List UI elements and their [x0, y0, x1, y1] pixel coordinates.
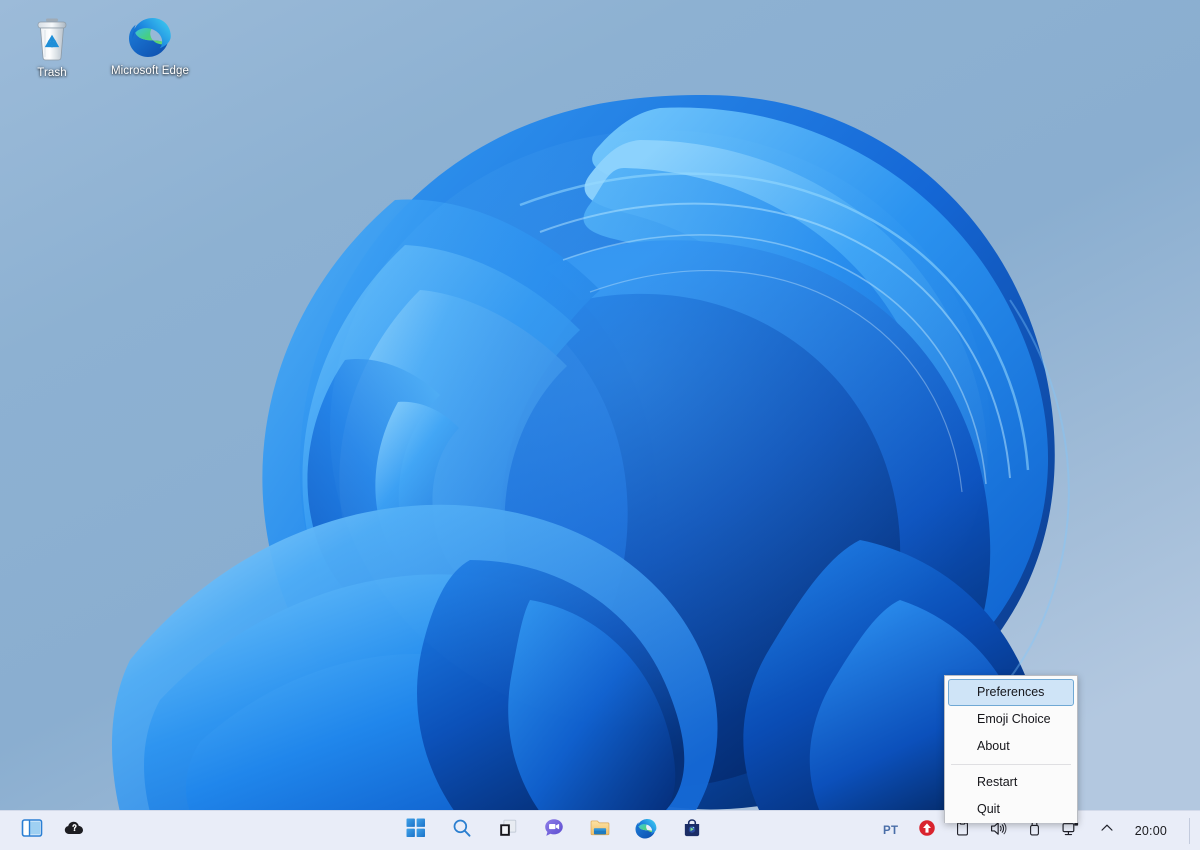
store-icon [681, 817, 703, 844]
cloud-question-icon [63, 817, 85, 844]
chat-icon [543, 817, 565, 844]
task-view-icon [497, 817, 519, 844]
chevron-up-icon [1099, 820, 1115, 841]
context-menu-item-about[interactable]: About [948, 733, 1074, 760]
edge-icon [106, 8, 194, 60]
taskbar-file-explorer-button[interactable] [586, 817, 614, 845]
desktop-icon-trash[interactable]: Trash [8, 10, 96, 80]
context-menu[interactable]: Preferences Emoji Choice About Restart Q… [944, 675, 1078, 823]
file-explorer-icon [589, 817, 611, 844]
tray-divider [1189, 817, 1190, 844]
split-panel-icon [21, 817, 43, 844]
taskbar-split-panel-button[interactable] [18, 817, 46, 845]
taskbar-task-view-button[interactable] [494, 817, 522, 845]
search-icon [451, 817, 473, 844]
desktop-icon-microsoft-edge[interactable]: Microsoft Edge [106, 8, 194, 78]
desktop-icon-label: Microsoft Edge [110, 65, 190, 77]
update-arrow-icon [918, 819, 936, 842]
taskbar-cloud-sync-button[interactable] [60, 817, 88, 845]
context-menu-item-preferences[interactable]: Preferences [948, 679, 1074, 706]
context-menu-separator [951, 764, 1071, 765]
taskbar-search-button[interactable] [448, 817, 476, 845]
taskbar-microsoft-store-button[interactable] [678, 817, 706, 845]
context-menu-item-quit[interactable]: Quit [948, 796, 1074, 823]
windows-start-icon [405, 817, 427, 844]
context-menu-item-restart[interactable]: Restart [948, 769, 1074, 796]
taskbar-center-section [230, 817, 879, 845]
tray-language-button[interactable]: PT [879, 817, 903, 845]
tray-clock[interactable]: 20:00 [1131, 824, 1175, 838]
taskbar-left-section [0, 817, 230, 845]
desktop[interactable]: Trash Microsoft Edge Preferences Emoji C… [0, 0, 1200, 850]
tray-language-label: PT [882, 824, 899, 837]
taskbar-edge-button[interactable] [632, 817, 660, 845]
context-menu-item-emoji-choice[interactable]: Emoji Choice [948, 706, 1074, 733]
recycle-bin-icon [8, 10, 96, 62]
taskbar-chat-button[interactable] [540, 817, 568, 845]
edge-icon [634, 816, 658, 845]
tray-update-button[interactable] [915, 817, 939, 845]
tray-show-hidden-icons-button[interactable] [1095, 817, 1119, 845]
taskbar-start-button[interactable] [402, 817, 430, 845]
desktop-icon-label: Trash [37, 67, 67, 79]
